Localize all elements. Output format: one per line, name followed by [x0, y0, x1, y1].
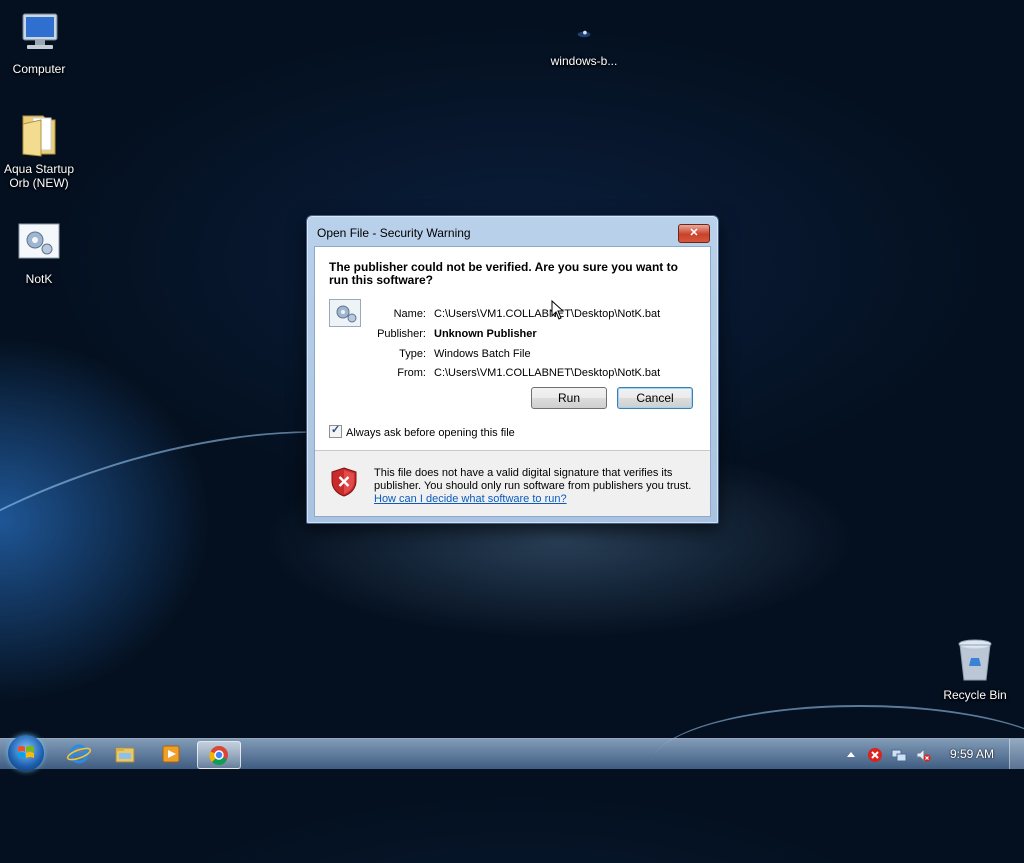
image-file-icon: [577, 30, 591, 38]
dialog-titlebar[interactable]: Open File - Security Warning ✕: [307, 216, 718, 248]
taskbar-internet-explorer[interactable]: [58, 741, 100, 767]
dialog-body: The publisher could not be verified. Are…: [314, 246, 711, 517]
help-link[interactable]: How can I decide what software to run?: [374, 493, 567, 505]
name-label: Name:: [393, 308, 426, 320]
taskbar: 9:59 AM: [0, 735, 1024, 771]
footer-message: This file does not have a valid digital …: [374, 467, 692, 492]
name-row: Name: C:\Users\VM1.COLLABNET\Desktop\NotK…: [375, 308, 705, 320]
taskbar-chrome[interactable]: [197, 741, 241, 769]
action-center-icon[interactable]: [867, 747, 883, 763]
dialog-title: Open File - Security Warning: [317, 226, 471, 240]
publisher-row: Publisher: Unknown Publisher: [375, 328, 705, 340]
from-row: From: C:\Users\VM1.COLLABNET\Desktop\NotK…: [375, 367, 705, 379]
taskbar-media-player[interactable]: [150, 741, 192, 767]
footer-text-block: This file does not have a valid digital …: [374, 467, 694, 506]
desktop-icon-recycle-bin[interactable]: Recycle Bin: [935, 636, 1015, 702]
security-warning-dialog: Open File - Security Warning ✕ The publi…: [306, 215, 719, 524]
from-label: From:: [397, 367, 426, 379]
show-desktop-button[interactable]: [1009, 739, 1024, 769]
name-value: C:\Users\VM1.COLLABNET\Desktop\NotK.bat: [434, 308, 661, 320]
mouse-cursor-icon: [551, 300, 565, 320]
desktop-icon-label: Recycle Bin: [943, 688, 1007, 702]
windows-logo-icon: [18, 746, 34, 758]
computer-icon: [22, 13, 58, 49]
publisher-label: Publisher:: [377, 328, 426, 340]
folder-icon: [22, 115, 56, 157]
publisher-value: Unknown Publisher: [434, 328, 537, 340]
checkbox-label: Always ask before opening this file: [346, 427, 515, 439]
from-value: C:\Users\VM1.COLLABNET\Desktop\NotK.bat: [434, 367, 661, 379]
show-hidden-icons-arrow[interactable]: [843, 747, 859, 763]
clock[interactable]: 9:59 AM: [950, 747, 994, 761]
batch-file-icon: [18, 223, 60, 259]
desktop-icon-label: Aqua Startup Orb (NEW): [3, 162, 75, 190]
media-player-icon: [162, 745, 180, 763]
file-explorer-icon: [115, 747, 135, 763]
desktop-icon-aqua-startup-orb[interactable]: Aqua Startup Orb (NEW): [0, 110, 79, 190]
run-button[interactable]: Run: [531, 387, 607, 409]
cancel-button[interactable]: Cancel: [617, 387, 693, 409]
internet-explorer-icon: [66, 744, 92, 764]
always-ask-checkbox[interactable]: Always ask before opening this file: [329, 423, 515, 439]
desktop-icon-windows-b[interactable]: windows-b...: [544, 28, 624, 68]
recycle-bin-icon: [958, 639, 992, 681]
volume-muted-icon[interactable]: [915, 747, 931, 763]
dialog-footer: This file does not have a valid digital …: [315, 451, 710, 516]
security-shield-icon: [331, 467, 357, 497]
desktop-icon-label: Computer: [12, 62, 66, 76]
warning-heading: The publisher could not be verified. Are…: [329, 260, 678, 287]
close-button[interactable]: ✕: [678, 224, 710, 243]
chrome-icon: [209, 746, 228, 766]
checkbox-checked[interactable]: [329, 423, 342, 438]
start-button[interactable]: [8, 735, 44, 771]
type-label: Type:: [399, 348, 426, 360]
taskbar-file-explorer[interactable]: [104, 741, 146, 767]
desktop-icon-notk[interactable]: NotK: [0, 220, 79, 286]
batch-file-icon: [329, 299, 361, 327]
desktop-icon-label: windows-b...: [550, 54, 618, 68]
type-row: Type: Windows Batch File: [375, 348, 705, 360]
type-value: Windows Batch File: [434, 348, 531, 360]
desktop-icon-label: NotK: [25, 272, 53, 286]
network-icon[interactable]: [891, 747, 907, 763]
desktop-icon-computer[interactable]: Computer: [0, 10, 79, 76]
